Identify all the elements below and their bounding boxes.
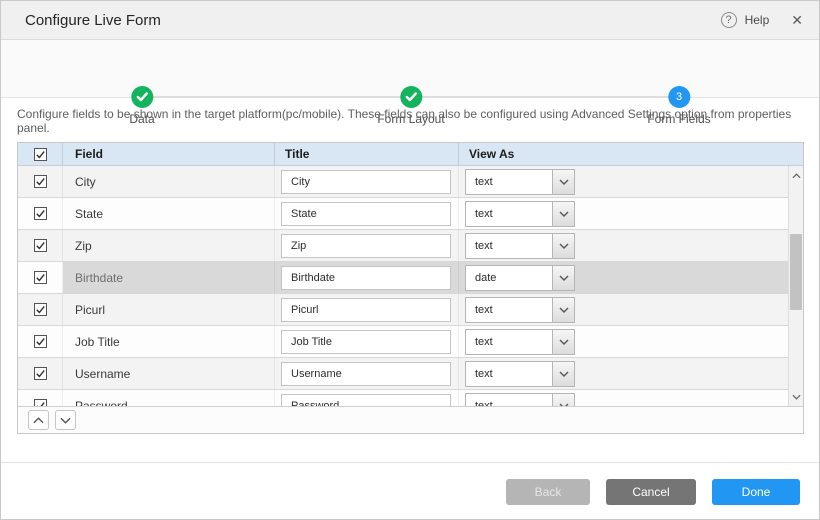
title-input[interactable] xyxy=(281,202,451,226)
table-body: City text State text xyxy=(18,166,803,406)
title-input[interactable] xyxy=(281,394,451,407)
select-value: text xyxy=(466,394,552,407)
title-input[interactable] xyxy=(281,234,451,258)
row-checkbox[interactable] xyxy=(34,239,47,252)
table-row[interactable]: Birthdate date xyxy=(18,262,788,294)
step-complete-icon xyxy=(400,86,422,108)
view-as-select[interactable]: text xyxy=(465,393,575,407)
select-value: text xyxy=(466,362,552,386)
field-name: Zip xyxy=(63,230,275,261)
footer: Back Cancel Done xyxy=(506,479,800,505)
title-input[interactable] xyxy=(281,330,451,354)
move-up-button[interactable] xyxy=(28,410,49,430)
field-name: Birthdate xyxy=(63,262,275,293)
select-value: date xyxy=(466,266,552,290)
select-all-checkbox[interactable] xyxy=(34,148,47,161)
chevron-down-icon xyxy=(552,170,574,194)
column-header-view-as: View As xyxy=(459,143,803,165)
table-scrollbar[interactable] xyxy=(788,166,803,406)
cancel-button[interactable]: Cancel xyxy=(606,479,696,505)
help-icon[interactable]: ? xyxy=(721,12,737,28)
view-as-select[interactable]: text xyxy=(465,297,575,323)
back-button[interactable]: Back xyxy=(506,479,590,505)
table-row[interactable]: City text xyxy=(18,166,788,198)
scroll-up-button[interactable] xyxy=(789,168,803,183)
chevron-down-icon xyxy=(552,330,574,354)
field-name: Username xyxy=(63,358,275,389)
row-checkbox[interactable] xyxy=(34,175,47,188)
chevron-down-icon xyxy=(552,298,574,322)
dialog-title: Configure Live Form xyxy=(25,12,721,29)
field-name: Password xyxy=(63,390,275,406)
title-input[interactable] xyxy=(281,362,451,386)
field-name: Job Title xyxy=(63,326,275,357)
close-icon[interactable]: ✕ xyxy=(791,12,803,29)
title-input[interactable] xyxy=(281,266,451,290)
configure-live-form-dialog: Configure Live Form ? Help ✕ Data Form L… xyxy=(0,0,820,520)
field-name: State xyxy=(63,198,275,229)
view-as-select[interactable]: date xyxy=(465,265,575,291)
stepper: Data Form Layout 3 Form Fields xyxy=(1,40,819,98)
field-name: Picurl xyxy=(63,294,275,325)
title-input[interactable] xyxy=(281,298,451,322)
step-number-badge: 3 xyxy=(668,86,690,108)
move-down-button[interactable] xyxy=(55,410,76,430)
column-header-title: Title xyxy=(275,143,459,165)
field-name: City xyxy=(63,166,275,197)
titlebar: Configure Live Form ? Help ✕ xyxy=(1,1,819,40)
select-value: text xyxy=(466,202,552,226)
row-checkbox[interactable] xyxy=(34,399,47,406)
table-row[interactable]: Job Title text xyxy=(18,326,788,358)
select-value: text xyxy=(466,170,552,194)
step-complete-icon xyxy=(131,86,153,108)
table-header: Field Title View As xyxy=(18,143,803,166)
table-row[interactable]: Username text xyxy=(18,358,788,390)
view-as-select[interactable]: text xyxy=(465,169,575,195)
select-value: text xyxy=(466,234,552,258)
reorder-strip xyxy=(18,406,803,433)
view-as-select[interactable]: text xyxy=(465,361,575,387)
done-button[interactable]: Done xyxy=(712,479,800,505)
chevron-down-icon xyxy=(552,266,574,290)
chevron-down-icon xyxy=(552,362,574,386)
column-header-field: Field xyxy=(63,143,275,165)
row-checkbox[interactable] xyxy=(34,335,47,348)
scroll-down-button[interactable] xyxy=(789,389,803,404)
titlebar-actions: ? Help ✕ xyxy=(721,12,803,29)
fields-table: Field Title View As City text State xyxy=(17,142,804,434)
help-link[interactable]: Help xyxy=(745,13,770,27)
table-row[interactable]: State text xyxy=(18,198,788,230)
select-value: text xyxy=(466,298,552,322)
chevron-down-icon xyxy=(552,202,574,226)
table-row[interactable]: Picurl text xyxy=(18,294,788,326)
chevron-down-icon xyxy=(552,234,574,258)
row-checkbox[interactable] xyxy=(34,271,47,284)
view-as-select[interactable]: text xyxy=(465,201,575,227)
title-input[interactable] xyxy=(281,170,451,194)
footer-divider xyxy=(1,462,819,463)
select-value: text xyxy=(466,330,552,354)
row-checkbox[interactable] xyxy=(34,207,47,220)
chevron-down-icon xyxy=(552,394,574,407)
row-checkbox[interactable] xyxy=(34,367,47,380)
view-as-select[interactable]: text xyxy=(465,233,575,259)
table-row[interactable]: Password text xyxy=(18,390,788,406)
row-checkbox[interactable] xyxy=(34,303,47,316)
view-as-select[interactable]: text xyxy=(465,329,575,355)
instruction-text: Configure fields to be shown in the targ… xyxy=(17,107,803,135)
table-row[interactable]: Zip text xyxy=(18,230,788,262)
scrollbar-thumb[interactable] xyxy=(790,234,802,310)
